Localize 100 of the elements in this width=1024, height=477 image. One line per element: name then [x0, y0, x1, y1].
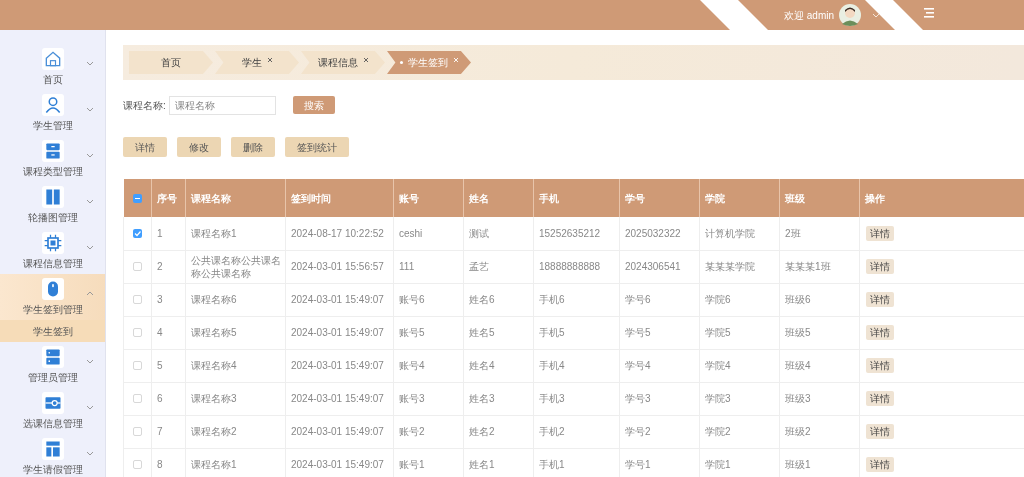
detail-button[interactable]: 详情 [866, 225, 894, 241]
tab[interactable]: 首页 [129, 51, 213, 74]
table-cell: 账号6 [399, 294, 425, 305]
detail-button[interactable]: 详情 [866, 358, 894, 373]
action-button[interactable]: 删除 [231, 137, 275, 157]
tab[interactable]: 课程信息 [301, 51, 385, 74]
table-cell: 5 [157, 360, 163, 371]
column-header: 课程名称 [185, 179, 286, 217]
submenu-item[interactable]: 学生签到 [0, 320, 105, 342]
chevron-down-icon [86, 358, 94, 365]
table-cell: 班级4 [785, 360, 811, 371]
chevron-down-icon [86, 60, 94, 67]
table-cell: 姓名4 [469, 360, 495, 371]
table-cell: 2024-03-01 15:49:07 [291, 360, 384, 371]
table-cell: 手机1 [539, 459, 565, 470]
row-checkbox[interactable] [133, 228, 142, 238]
table-cell: 手机3 [539, 393, 565, 404]
table-cell: 2024-03-01 15:49:07 [291, 393, 384, 404]
table-cell: 账号3 [399, 393, 425, 404]
detail-button[interactable]: 详情 [866, 391, 894, 406]
sidebar-item[interactable]: 首页 [0, 44, 105, 90]
sidebar-item[interactable]: 学生请假管理 [0, 434, 105, 477]
table-cell: 学院5 [705, 327, 731, 338]
row-checkbox[interactable] [133, 262, 142, 271]
row-checkbox[interactable] [133, 394, 142, 403]
column-header: 学院 [699, 179, 780, 217]
tab[interactable]: 学生 [215, 51, 299, 74]
table-cell: 班级2 [785, 426, 811, 437]
table-cell: 孟艺 [469, 261, 489, 272]
table-cell: 账号4 [399, 360, 425, 371]
table-cell: 某某某学院 [705, 261, 755, 272]
action-button[interactable]: 签到统计 [285, 137, 349, 157]
chevron-down-icon[interactable] [872, 11, 880, 19]
table-cell: 2024-03-01 15:49:07 [291, 327, 384, 338]
table-cell: 学院6 [705, 294, 731, 305]
search-field[interactable]: 课程名称 [169, 95, 276, 115]
detail-button[interactable]: 详情 [866, 325, 894, 340]
row-checkbox[interactable] [133, 328, 142, 337]
chevron-down-icon [86, 450, 94, 457]
sidebar-item[interactable]: 轮播图管理 [0, 182, 105, 228]
table-cell: 18888888888 [539, 261, 601, 272]
sidebar-item[interactable]: 学生管理 [0, 90, 105, 136]
table-cell: 计算机学院 [705, 227, 755, 239]
table-cell: 课程名称6 [191, 294, 237, 305]
row-checkbox[interactable] [133, 427, 142, 436]
chevron-up-icon [86, 290, 94, 297]
detail-button[interactable]: 详情 [866, 292, 894, 307]
row-checkbox[interactable] [133, 295, 142, 304]
action-button[interactable]: 详情 [123, 137, 167, 157]
avatar-icon[interactable] [839, 4, 861, 26]
table-cell: 手机2 [539, 426, 565, 437]
table-cell: 课程名称3 [191, 393, 237, 404]
table-cell: 2024306541 [625, 261, 681, 272]
table-cell: 班级5 [785, 327, 811, 338]
table-cell: 课程名称4 [191, 360, 237, 371]
chevron-down-icon [86, 244, 94, 251]
detail-button[interactable]: 详情 [866, 424, 894, 439]
table-cell: 手机6 [539, 294, 565, 305]
sidebar-item[interactable]: 课程类型管理 [0, 136, 105, 182]
table-cell: 课程名称2 [191, 426, 237, 437]
table-cell: 姓名2 [469, 426, 495, 437]
table-cell: 姓名3 [469, 393, 495, 404]
row-checkbox[interactable] [133, 460, 142, 469]
sidebar-item[interactable]: 管理员管理 [0, 342, 105, 388]
menu-icon[interactable] [924, 8, 934, 18]
detail-button[interactable]: 详情 [866, 457, 894, 472]
sidebar-item[interactable]: 学生签到管理 [0, 274, 105, 320]
action-button[interactable]: 修改 [177, 137, 221, 157]
table-cell: 7 [157, 426, 163, 437]
table-cell: 课程名称1 [191, 459, 237, 470]
column-header: 班级 [779, 179, 860, 217]
table-cell: 手机5 [539, 327, 565, 338]
detail-button[interactable]: 详情 [866, 259, 894, 274]
close-icon[interactable] [266, 56, 273, 63]
table-cell: 2 [157, 261, 163, 272]
chevron-down-icon [86, 198, 94, 205]
table-cell: 学院1 [705, 459, 731, 470]
row-checkbox[interactable] [133, 361, 142, 370]
table-cell: 2024-03-01 15:49:07 [291, 294, 384, 305]
table-cell: 8 [157, 459, 163, 470]
table-cell: 班级6 [785, 294, 811, 305]
close-icon[interactable] [362, 56, 369, 63]
chip-icon [42, 232, 63, 253]
select-all-checkbox[interactable] [132, 193, 142, 203]
table-cell: 课程名称1 [191, 227, 237, 239]
sidebar-item[interactable]: 课程信息管理 [0, 228, 105, 274]
table-cell: 4 [157, 327, 163, 338]
column-header: 姓名 [463, 179, 534, 217]
column-header: 手机 [533, 179, 620, 217]
table-cell: 学号1 [625, 459, 651, 470]
chevron-down-icon [86, 404, 94, 411]
column-header: 账号 [393, 179, 464, 217]
table-cell: 学号6 [625, 294, 651, 305]
table-cell: 姓名5 [469, 327, 495, 338]
table-cell: 姓名1 [469, 459, 495, 470]
table-cell: ceshi [399, 227, 423, 239]
chevron-down-icon [86, 152, 94, 159]
table-cell: 2024-03-01 15:56:57 [291, 261, 384, 272]
sidebar-item[interactable]: 选课信息管理 [0, 388, 105, 434]
table-cell: 6 [157, 393, 163, 404]
